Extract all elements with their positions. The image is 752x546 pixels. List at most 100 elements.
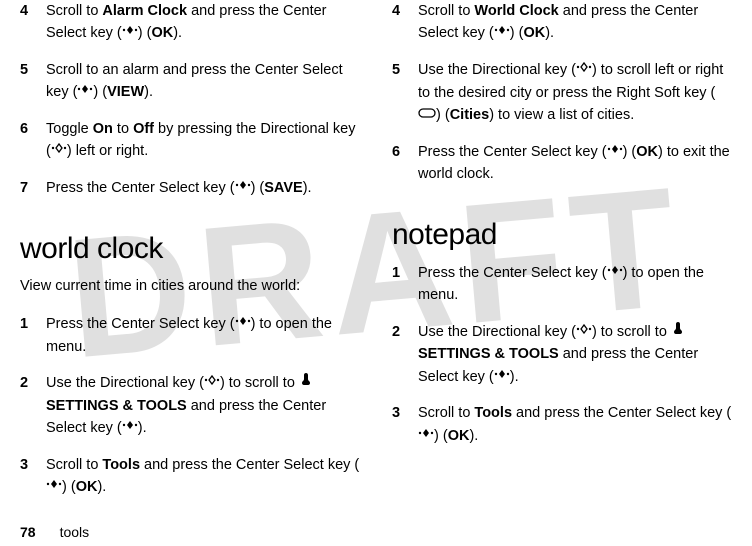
bold-text: OK bbox=[636, 144, 658, 160]
text: and press the Center Select key ( bbox=[140, 457, 359, 473]
text: ) left or right. bbox=[67, 144, 148, 160]
bold-text: OK bbox=[523, 26, 545, 42]
step-text: Use the Directional key () to scroll to … bbox=[418, 321, 732, 389]
text: ) ( bbox=[93, 85, 107, 101]
step-item: 3 Scroll to Tools and press the Center S… bbox=[392, 402, 732, 447]
intro-text: View current time in cities around the w… bbox=[20, 276, 360, 298]
text: ) ( bbox=[510, 26, 524, 42]
bold-text: World Clock bbox=[474, 3, 558, 19]
step-text: Toggle On to Off by pressing the Directi… bbox=[46, 118, 360, 163]
text: ). bbox=[469, 428, 478, 444]
text: ) ( bbox=[62, 479, 76, 495]
step-item: 2 Use the Directional key ( ) to scroll t… bbox=[392, 321, 732, 389]
right-column: 4 Scroll to World Clock and press the Ce… bbox=[392, 0, 732, 546]
text: ) to scroll to bbox=[592, 324, 671, 340]
step-number: 3 bbox=[392, 402, 404, 447]
center-select-icon bbox=[122, 416, 138, 438]
step-number: 5 bbox=[392, 59, 404, 127]
center-select-icon bbox=[494, 365, 510, 387]
step-item: 2 Use the Directional key ( ) to scroll t… bbox=[20, 372, 360, 440]
step-number: 5 bbox=[20, 59, 32, 104]
text: Use the Directional key ( bbox=[46, 375, 204, 391]
step-number: 7 bbox=[20, 177, 32, 200]
step-item: 6 Toggle On to Off by pressing the Direc… bbox=[20, 118, 360, 163]
settings-icon bbox=[299, 371, 313, 393]
step-item: 4 Scroll to World Clock and press the Ce… bbox=[392, 0, 732, 45]
text: ). bbox=[510, 369, 519, 385]
bold-text: Off bbox=[133, 121, 154, 137]
directional-icon bbox=[576, 58, 592, 80]
step-text: Press the Center Select key () (OK) to e… bbox=[418, 141, 732, 186]
step-item: 7 Press the Center Select key () (SAVE). bbox=[20, 177, 360, 200]
bold-text: OK bbox=[151, 26, 173, 42]
section-heading-world-clock: world clock bbox=[20, 232, 360, 266]
step-number: 2 bbox=[392, 321, 404, 389]
text: and press the Center Select key ( bbox=[512, 405, 731, 421]
step-text: Press the Center Select key () to open t… bbox=[46, 313, 360, 358]
step-number: 4 bbox=[392, 0, 404, 45]
center-select-icon bbox=[77, 80, 93, 102]
soft-key-icon bbox=[418, 103, 436, 125]
bold-text: Tools bbox=[102, 457, 140, 473]
bold-text: SETTINGS & TOOLS bbox=[46, 398, 187, 414]
step-text: Use the Directional key () to scroll lef… bbox=[418, 59, 732, 127]
bold-text: OK bbox=[76, 479, 98, 495]
section-heading-notepad: notepad bbox=[392, 218, 732, 252]
text: Use the Directional key ( bbox=[418, 324, 576, 340]
step-text: Scroll to Tools and press the Center Sel… bbox=[418, 402, 732, 447]
step-item: 1 Press the Center Select key () to open… bbox=[20, 313, 360, 358]
text: Press the Center Select key ( bbox=[46, 316, 235, 332]
text: Scroll to bbox=[46, 3, 102, 19]
step-number: 6 bbox=[20, 118, 32, 163]
bold-text: Alarm Clock bbox=[102, 3, 187, 19]
bold-text: OK bbox=[448, 428, 470, 444]
center-select-icon bbox=[607, 140, 623, 162]
step-number: 2 bbox=[20, 372, 32, 440]
step-number: 1 bbox=[392, 262, 404, 307]
page-content: 4 Scroll to Alarm Clock and press the Ce… bbox=[0, 0, 752, 546]
step-text: Press the Center Select key () to open t… bbox=[418, 262, 732, 307]
text: ) to view a list of cities. bbox=[489, 107, 634, 123]
step-text: Scroll to an alarm and press the Center … bbox=[46, 59, 360, 104]
center-select-icon bbox=[418, 424, 434, 446]
center-select-icon bbox=[607, 261, 623, 283]
bold-text: Tools bbox=[474, 405, 512, 421]
text: ) ( bbox=[251, 180, 265, 196]
bold-text: Cities bbox=[450, 107, 490, 123]
step-item: 5 Use the Directional key () to scroll l… bbox=[392, 59, 732, 127]
text: ) ( bbox=[436, 107, 450, 123]
left-column: 4 Scroll to Alarm Clock and press the Ce… bbox=[20, 0, 360, 546]
text: ) ( bbox=[138, 26, 152, 42]
step-text: Scroll to Tools and press the Center Sel… bbox=[46, 454, 360, 499]
text: ) ( bbox=[623, 144, 637, 160]
step-text: Scroll to World Clock and press the Cent… bbox=[418, 0, 732, 45]
text: ). bbox=[138, 420, 147, 436]
center-select-icon bbox=[235, 312, 251, 334]
text: Scroll to bbox=[418, 405, 474, 421]
center-select-icon bbox=[122, 21, 138, 43]
step-text: Scroll to Alarm Clock and press the Cent… bbox=[46, 0, 360, 45]
text: ). bbox=[97, 479, 106, 495]
text: ) to scroll to bbox=[220, 375, 299, 391]
text: Press the Center Select key ( bbox=[46, 180, 235, 196]
step-text: Press the Center Select key () (SAVE). bbox=[46, 177, 360, 200]
step-text: Use the Directional key () to scroll to … bbox=[46, 372, 360, 440]
step-item: 1 Press the Center Select key () to open… bbox=[392, 262, 732, 307]
center-select-icon bbox=[46, 475, 62, 497]
step-number: 6 bbox=[392, 141, 404, 186]
step-number: 4 bbox=[20, 0, 32, 45]
directional-icon bbox=[51, 139, 67, 161]
bold-text: On bbox=[93, 121, 113, 137]
text: Toggle bbox=[46, 121, 93, 137]
text: Use the Directional key ( bbox=[418, 62, 576, 78]
text: to bbox=[113, 121, 133, 137]
bold-text: VIEW bbox=[107, 85, 144, 101]
directional-icon bbox=[576, 320, 592, 342]
text: ) ( bbox=[434, 428, 448, 444]
step-item: 4 Scroll to Alarm Clock and press the Ce… bbox=[20, 0, 360, 45]
text: Press the Center Select key ( bbox=[418, 144, 607, 160]
step-number: 3 bbox=[20, 454, 32, 499]
text: Scroll to bbox=[46, 457, 102, 473]
text: Press the Center Select key ( bbox=[418, 265, 607, 281]
step-item: 5 Scroll to an alarm and press the Cente… bbox=[20, 59, 360, 104]
